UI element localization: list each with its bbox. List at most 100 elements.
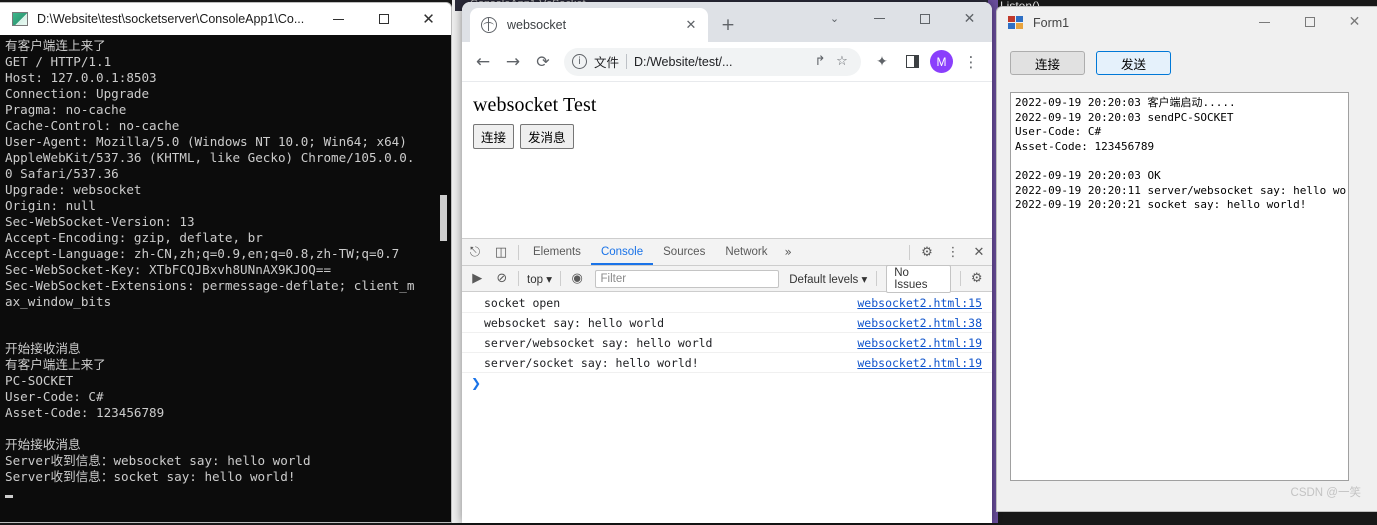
avatar[interactable]: M: [930, 50, 953, 73]
address-bar[interactable]: i 文件 D:/Website/test/... ↱ ☆: [564, 47, 861, 76]
console-caret: [5, 495, 13, 499]
chevron-down-icon: ▾: [546, 273, 553, 286]
execution-context-select[interactable]: top ▾: [523, 272, 556, 286]
more-tabs-icon[interactable]: »: [778, 245, 799, 259]
console-window[interactable]: D:\Website\test\socketserver\ConsoleApp1…: [0, 2, 452, 523]
form1-close-button[interactable]: ✕: [1332, 7, 1377, 38]
log-levels-select[interactable]: Default levels ▾: [784, 272, 872, 286]
form1-connect-button[interactable]: 连接: [1010, 51, 1085, 75]
info-icon[interactable]: i: [572, 54, 587, 69]
tab-search-button[interactable]: ⌄: [812, 2, 857, 35]
console-filter-bar[interactable]: ▶ ⊘ top ▾ ◉ Filter Default levels ▾ No I…: [462, 264, 992, 293]
page-connect-button[interactable]: 连接: [473, 124, 515, 149]
maximize-icon: [378, 14, 389, 24]
console-minimize-button[interactable]: [316, 3, 361, 35]
form1-titlebar[interactable]: Form1 ✕: [997, 7, 1377, 38]
console-log-source-link[interactable]: websocket2.html:15: [857, 296, 982, 310]
extensions-button[interactable]: ✦: [867, 47, 897, 77]
console-log-source-link[interactable]: websocket2.html:19: [857, 356, 982, 370]
omnibox-divider: [626, 54, 628, 69]
console-log-source-link[interactable]: websocket2.html:19: [857, 336, 982, 350]
console-log-message: socket open: [484, 295, 561, 310]
bookmark-star-icon[interactable]: ☆: [831, 51, 853, 73]
devtools-right-controls: ⚙ ⋮ ✕: [905, 239, 992, 265]
console-settings-button[interactable]: ⚙: [964, 266, 989, 292]
console-filter-input[interactable]: Filter: [594, 269, 780, 288]
address-bar-url[interactable]: D:/Website/test/...: [634, 55, 809, 69]
live-expression-eye-icon[interactable]: ◉: [565, 266, 590, 292]
minimize-icon: [333, 18, 344, 20]
chrome-maximize-button[interactable]: [902, 2, 947, 35]
devtools-settings-button[interactable]: ⚙: [914, 239, 940, 265]
inspect-element-icon[interactable]: ⎋: [462, 239, 488, 265]
filterbar-divider-1: [518, 271, 520, 286]
console-window-title: D:\Website\test\socketserver\ConsoleApp1…: [37, 12, 305, 26]
console-log-message: server/socket say: hello world!: [484, 355, 699, 370]
console-titlebar[interactable]: D:\Website\test\socketserver\ConsoleApp1…: [0, 3, 451, 35]
chrome-toolbar[interactable]: ← → ⟳ i 文件 D:/Website/test/... ↱ ☆ ✦ M ⋮: [462, 42, 992, 82]
share-icon[interactable]: ↱: [809, 51, 831, 73]
devtools-menu-button[interactable]: ⋮: [940, 239, 966, 265]
side-panel-button[interactable]: [897, 47, 927, 77]
tab-console[interactable]: Console: [590, 239, 654, 265]
chevron-down-icon: ▾: [861, 273, 868, 286]
reload-button[interactable]: ⟳: [528, 47, 558, 77]
log-levels-label: Default levels: [789, 273, 859, 286]
form1-maximize-button[interactable]: [1287, 7, 1332, 38]
devtools-close-button[interactable]: ✕: [966, 239, 992, 265]
console-log-row: server/websocket say: hello world websoc…: [462, 333, 992, 353]
winforms-app-icon: [1008, 15, 1024, 30]
chrome-menu-button[interactable]: ⋮: [956, 47, 986, 77]
tab-sources[interactable]: Sources: [653, 239, 715, 265]
console-log-source-link[interactable]: websocket2.html:38: [857, 316, 982, 330]
tab-close-icon[interactable]: ✕: [682, 16, 700, 34]
devtools-tabbar[interactable]: ⎋ ◫ Elements Console Sources Network » ⚙…: [462, 239, 992, 266]
tab-elements[interactable]: Elements: [523, 239, 591, 265]
console-log-list[interactable]: socket open websocket2.html:15 websocket…: [462, 293, 992, 523]
browser-tab-websocket[interactable]: websocket ✕: [470, 8, 708, 42]
arrow-left-icon: ←: [475, 51, 491, 72]
devtools-panel[interactable]: ⎋ ◫ Elements Console Sources Network » ⚙…: [462, 238, 992, 523]
execution-context-label: top: [527, 273, 544, 286]
form1-button-bar: 连接 发送: [997, 38, 1377, 75]
close-icon: ✕: [963, 10, 976, 27]
minimize-icon: [874, 18, 885, 19]
device-toolbar-icon[interactable]: ◫: [488, 239, 514, 265]
console-maximize-button[interactable]: [361, 3, 406, 35]
forward-button[interactable]: →: [498, 47, 528, 77]
chevron-down-icon: ⌄: [829, 12, 840, 25]
chrome-tab-strip[interactable]: websocket ✕ + ⌄ ✕: [462, 2, 992, 42]
new-tab-button[interactable]: +: [714, 11, 742, 39]
form1-minimize-button[interactable]: [1242, 7, 1287, 38]
form1-send-button[interactable]: 发送: [1096, 51, 1171, 75]
form1-window[interactable]: Form1 ✕ 连接 发送 2022-09-19 20:20:03 客户端启动.…: [996, 6, 1377, 512]
toolbar-divider-2: [909, 244, 910, 260]
arrow-right-icon: →: [505, 51, 521, 72]
form1-window-controls: ✕: [1242, 7, 1377, 39]
console-sidebar-toggle-icon[interactable]: ▶: [465, 266, 490, 292]
tab-network[interactable]: Network: [715, 239, 777, 265]
console-scrollbar-thumb[interactable]: [440, 195, 447, 241]
clear-console-icon[interactable]: ⊘: [490, 266, 515, 292]
console-close-button[interactable]: ✕: [406, 3, 451, 35]
console-output-area[interactable]: 有客户端连上来了 GET / HTTP/1.1 Host: 127.0.0.1:…: [0, 35, 451, 522]
maximize-icon: [1304, 17, 1315, 27]
close-icon: ✕: [422, 9, 435, 28]
console-log-row: server/socket say: hello world! websocke…: [462, 353, 992, 373]
web-page-content: websocket Test 连接 发消息: [462, 83, 992, 238]
page-send-message-button[interactable]: 发消息: [520, 124, 574, 149]
back-button[interactable]: ←: [468, 47, 498, 77]
page-button-group: 连接 发消息: [473, 124, 992, 149]
chrome-browser-window[interactable]: websocket ✕ + ⌄ ✕ ← → ⟳ i 文件 D:/Website/…: [462, 2, 992, 523]
issues-button[interactable]: No Issues: [886, 264, 951, 293]
console-log-row: socket open websocket2.html:15: [462, 293, 992, 313]
console-input-prompt[interactable]: ❯: [462, 373, 992, 393]
chrome-close-button[interactable]: ✕: [947, 2, 992, 35]
console-scrollbar[interactable]: [436, 35, 451, 522]
form1-log-textbox[interactable]: 2022-09-19 20:20:03 客户端启动..... 2022-09-1…: [1010, 92, 1349, 481]
toolbar-divider: [518, 244, 519, 260]
minimize-icon: [1259, 21, 1270, 23]
console-log-message: server/websocket say: hello world: [484, 335, 713, 350]
chrome-minimize-button[interactable]: [857, 2, 902, 35]
page-title: websocket Test: [473, 94, 597, 116]
